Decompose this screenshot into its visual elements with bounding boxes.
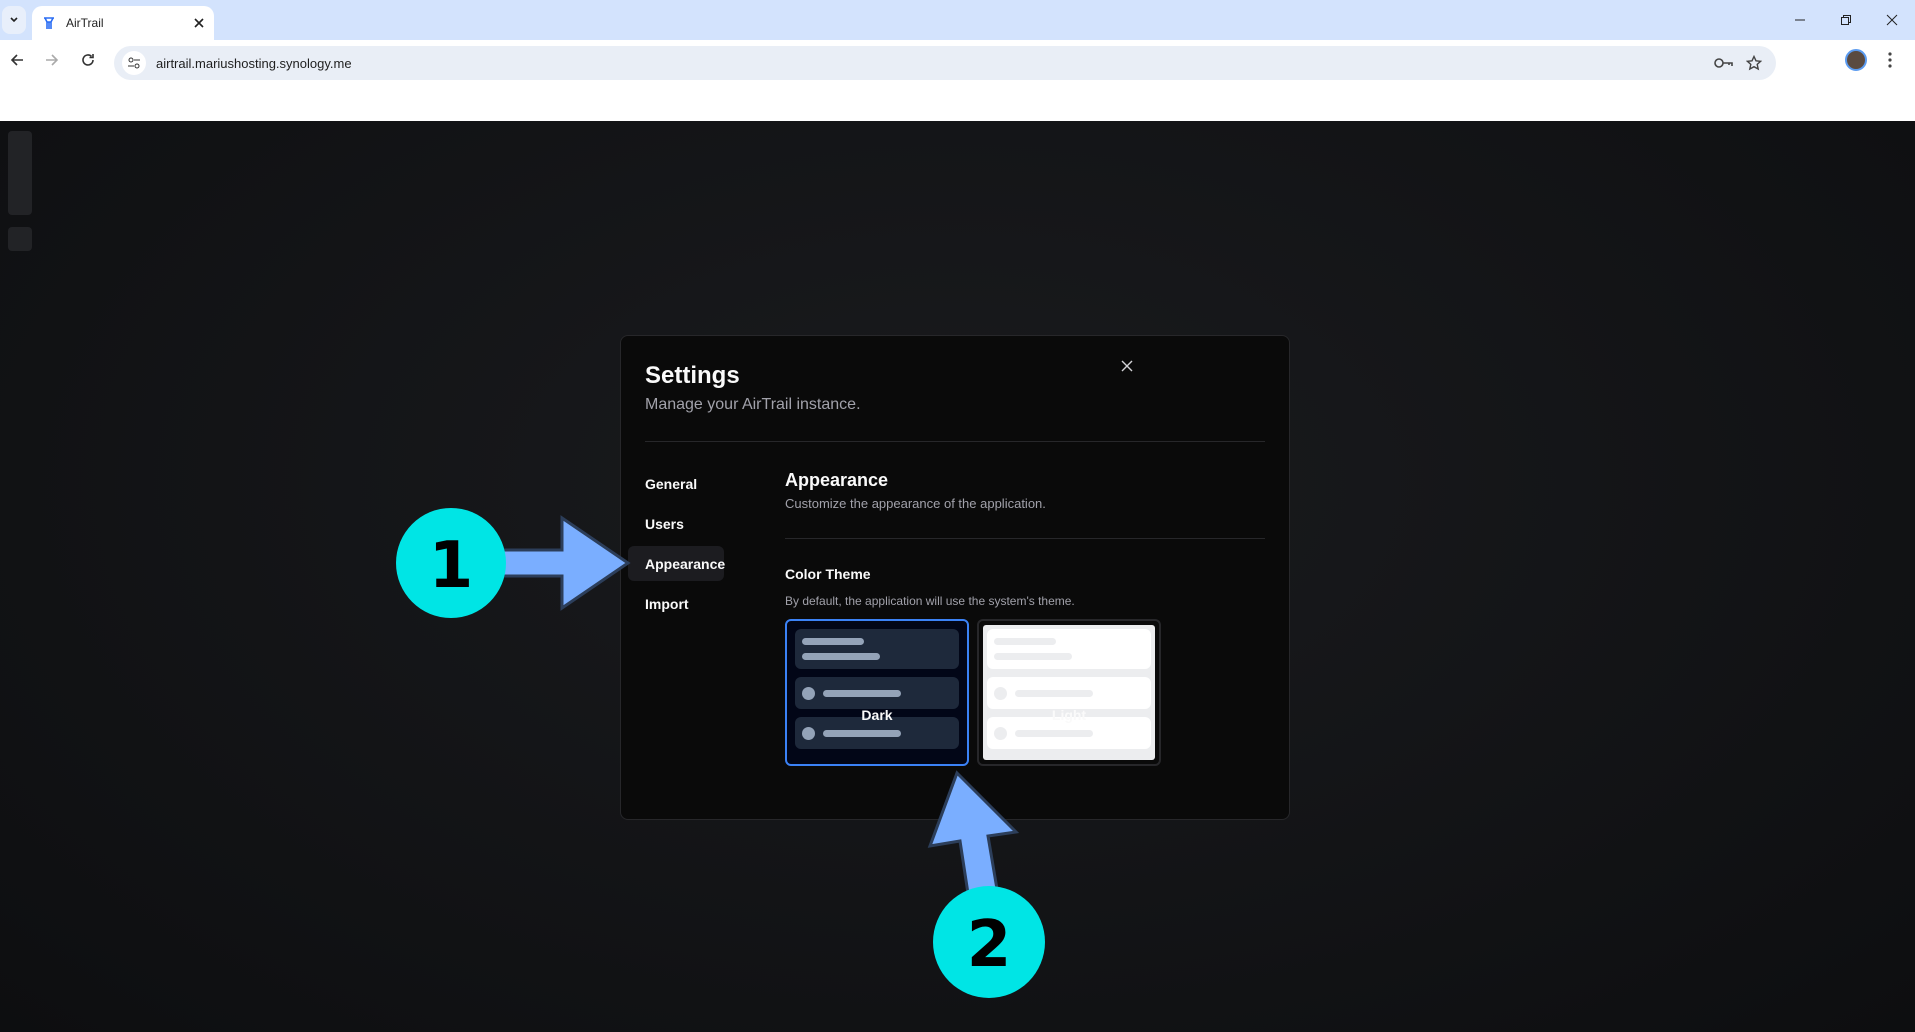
map-zoom-controls[interactable] (8, 131, 32, 215)
password-key-icon[interactable] (1714, 56, 1734, 70)
nav-label: Users (645, 515, 684, 532)
theme-option-dark[interactable] (785, 619, 969, 766)
restore-button[interactable] (1826, 8, 1866, 32)
address-bar[interactable]: airtrail.mariushosting.synology.me (114, 46, 1776, 80)
chevron-down-icon (10, 17, 18, 23)
site-settings-icon[interactable] (122, 51, 146, 75)
close-tab-icon[interactable] (194, 18, 204, 28)
tab-strip: AirTrail (0, 0, 1915, 40)
preview-row (987, 629, 1151, 669)
minimize-button[interactable] (1780, 8, 1820, 32)
back-button[interactable] (5, 48, 29, 72)
theme-option-light[interactable] (977, 619, 1161, 766)
tab-title: AirTrail (66, 16, 104, 30)
minimize-icon (1795, 19, 1805, 21)
dialog-title: Settings (645, 362, 740, 389)
theme-label-dark: Dark (861, 707, 893, 723)
nav-appearance[interactable]: Appearance (628, 546, 726, 581)
airtrail-favicon-icon (44, 17, 54, 29)
close-icon (1121, 360, 1133, 372)
nav-users[interactable]: Users (628, 506, 724, 541)
page-top-strip (0, 80, 1915, 121)
dialog-subtitle: Manage your AirTrail instance. (645, 396, 861, 413)
more-menu-icon[interactable] (1888, 52, 1892, 68)
reload-button[interactable] (76, 48, 100, 72)
reload-icon (82, 54, 94, 66)
nav-label: Import (645, 595, 689, 612)
color-theme-description: By default, the application will use the… (785, 594, 1075, 608)
arrow-left-icon (10, 54, 23, 66)
close-icon (1886, 14, 1898, 26)
profile-avatar[interactable] (1845, 49, 1867, 71)
divider (785, 538, 1265, 539)
arrow-right-icon (46, 54, 59, 66)
url-text: airtrail.mariushosting.synology.me (156, 55, 352, 71)
browser-toolbar: airtrail.mariushosting.synology.me (0, 40, 1915, 80)
nav-import[interactable]: Import (628, 586, 724, 621)
preview-row (795, 629, 959, 669)
close-dialog-button[interactable] (1115, 354, 1139, 378)
color-theme-label: Color Theme (785, 566, 871, 582)
section-description: Customize the appearance of the applicat… (785, 496, 1046, 511)
section-heading: Appearance (785, 470, 889, 490)
settings-dialog: Settings Manage your AirTrail instance. … (620, 335, 1290, 820)
theme-label-light: Light (1051, 707, 1087, 723)
preview-row (987, 677, 1151, 709)
map-layer-button[interactable] (8, 227, 32, 251)
nav-label: Appearance (645, 555, 726, 572)
restore-icon (1841, 15, 1851, 25)
divider (645, 441, 1265, 442)
tab-search-button[interactable] (2, 6, 26, 34)
nav-label: General (645, 475, 698, 492)
forward-button[interactable] (40, 48, 64, 72)
preview-row (795, 677, 959, 709)
close-window-button[interactable] (1872, 8, 1912, 32)
browser-tab[interactable]: AirTrail (32, 6, 214, 40)
bookmark-star-icon[interactable] (1746, 55, 1762, 71)
nav-general[interactable]: General (628, 466, 724, 501)
